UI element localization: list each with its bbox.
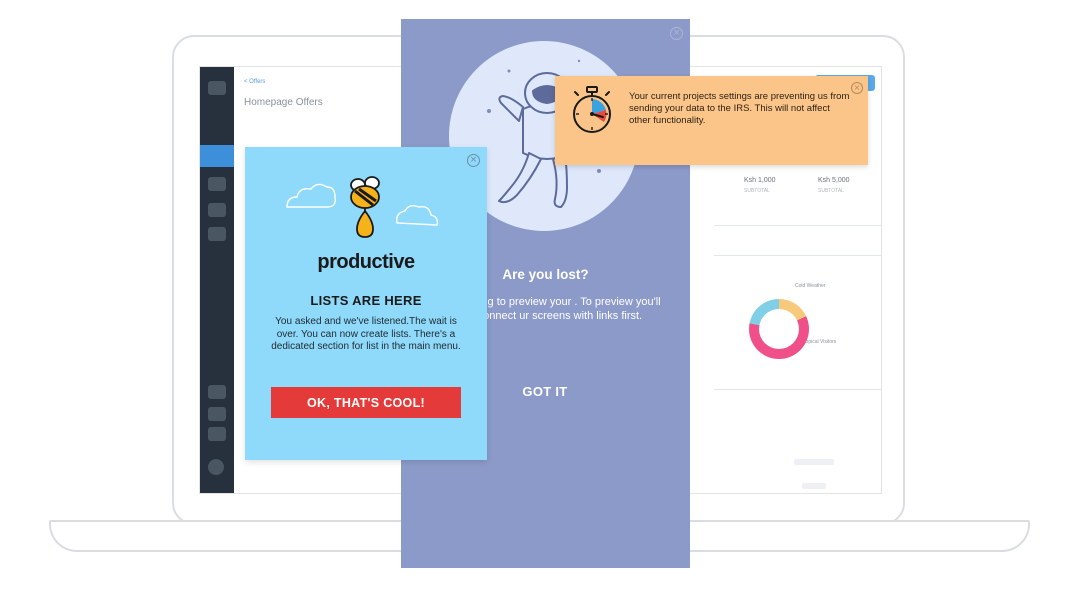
close-icon[interactable]: × xyxy=(851,82,863,94)
sidebar-item[interactable] xyxy=(208,385,226,399)
sidebar-item-active[interactable] xyxy=(200,145,234,167)
donut-chart xyxy=(749,299,809,359)
chart-legend-label: Cold Weather xyxy=(795,283,826,289)
avatar[interactable] xyxy=(208,459,224,475)
sidebar-item[interactable] xyxy=(208,427,226,441)
sidebar-item[interactable] xyxy=(208,227,226,241)
productive-card: × productive LISTS ARE HERE You asked an… xyxy=(245,147,487,460)
breadcrumb[interactable]: < Offers xyxy=(244,79,265,85)
got-it-button[interactable]: GOT IT xyxy=(495,379,595,403)
page-title: Homepage Offers xyxy=(244,97,323,108)
sidebar-item[interactable] xyxy=(208,177,226,191)
placeholder-row xyxy=(794,459,834,465)
card-heading: LISTS ARE HERE xyxy=(310,293,422,308)
stat-value: Ksh 5,000 xyxy=(818,177,850,184)
stat-label: SUBTOTAL xyxy=(818,188,844,194)
stat-card: Ksh 5,000 SUBTOTAL xyxy=(818,177,878,213)
divider xyxy=(714,255,881,256)
bee-logo-icon xyxy=(286,176,439,238)
close-icon[interactable]: × xyxy=(467,154,480,167)
stat-label: SUBTOTAL xyxy=(744,188,770,194)
stat-card: Ksh 1,000 SUBTOTAL xyxy=(744,177,804,213)
app-logo-icon xyxy=(208,81,226,95)
sidebar-item[interactable] xyxy=(208,407,226,421)
notice-message: Your current projects settings are preve… xyxy=(629,91,850,126)
ok-thats-cool-button[interactable]: OK, THAT'S COOL! xyxy=(271,387,461,418)
placeholder-row xyxy=(802,483,826,489)
app-sidebar xyxy=(200,67,234,493)
stat-value: Ksh 1,000 xyxy=(744,177,776,184)
sidebar-item[interactable] xyxy=(208,203,226,217)
stopwatch-icon xyxy=(573,86,611,133)
divider xyxy=(714,225,881,226)
card-body: You asked and we've listened.The wait is… xyxy=(271,316,461,352)
irs-notice: × Your current projects settings are pre… xyxy=(555,76,868,165)
close-icon[interactable]: × xyxy=(670,27,683,40)
brand-logo-text: productive xyxy=(317,251,415,273)
divider xyxy=(714,389,881,390)
